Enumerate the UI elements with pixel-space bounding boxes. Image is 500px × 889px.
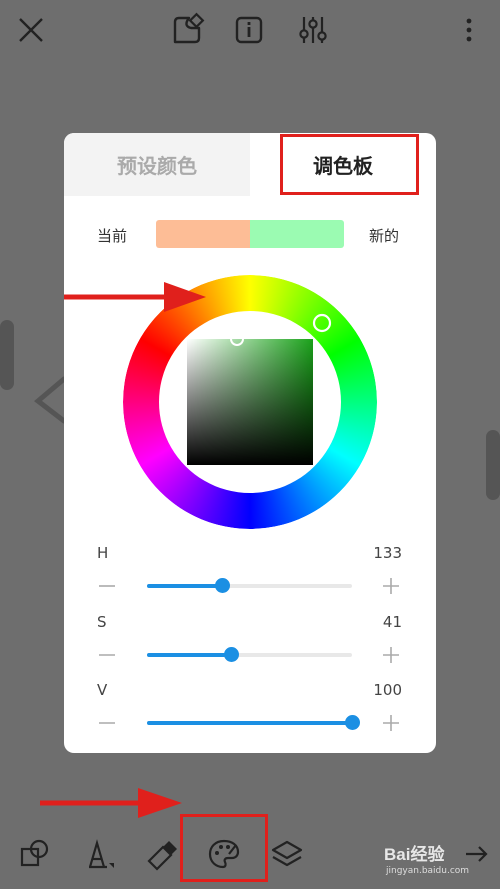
shapes-icon[interactable] — [18, 837, 52, 871]
color-compare-row: 当前 新的 — [64, 219, 436, 249]
watermark: Bai经验 jingyan.baidu.com — [382, 836, 500, 886]
value-label: V — [97, 681, 108, 699]
eraser-icon[interactable] — [145, 837, 179, 871]
value-minus-icon[interactable] — [98, 714, 116, 732]
annotation-arrow-wheel — [64, 282, 206, 312]
adjust-sliders-icon[interactable] — [295, 12, 331, 48]
info-icon[interactable] — [231, 12, 267, 48]
palette-annotation-box — [180, 814, 268, 882]
saturation-slider-thumb[interactable] — [223, 647, 239, 662]
hue-plus-icon[interactable] — [382, 577, 400, 595]
color-picker-dialog: 预设颜色 调色板 当前 新的 H 133 S 41 V 100 — [64, 133, 436, 753]
hue-minus-icon[interactable] — [98, 577, 116, 595]
hue-label: H — [97, 544, 109, 562]
current-color-label: 当前 — [97, 227, 128, 245]
close-icon[interactable] — [13, 12, 49, 48]
value-slider-fill — [147, 721, 352, 725]
value-plus-icon[interactable] — [382, 714, 400, 732]
saturation-label: S — [97, 613, 107, 631]
tab-preset-colors[interactable]: 预设颜色 — [64, 133, 250, 196]
hue-value: 133 — [373, 544, 402, 562]
value-value: 100 — [373, 681, 402, 699]
right-panel-handle[interactable] — [486, 430, 500, 500]
tab-annotation-box — [280, 134, 419, 195]
saturation-value: 41 — [382, 613, 402, 631]
hue-slider-thumb[interactable] — [215, 578, 231, 593]
value-slider-thumb[interactable] — [344, 715, 360, 730]
watermark-site: jingyan.baidu.com — [386, 866, 470, 876]
new-color-label: 新的 — [369, 227, 400, 245]
watermark-brand: Bai经验 — [384, 845, 445, 864]
saturation-minus-icon[interactable] — [98, 646, 116, 664]
saturation-slider-fill — [147, 653, 232, 657]
top-toolbar — [0, 0, 500, 62]
saturation-value-square[interactable] — [187, 339, 313, 465]
pen-icon[interactable] — [83, 837, 117, 871]
current-color-swatch — [156, 220, 250, 248]
new-color-swatch — [250, 220, 344, 248]
hue-slider-fill — [147, 584, 223, 588]
left-panel-handle[interactable] — [0, 320, 14, 390]
layers-icon[interactable] — [270, 837, 304, 871]
more-vertical-icon[interactable] — [451, 12, 487, 48]
saturation-plus-icon[interactable] — [382, 646, 400, 664]
shape-edit-icon[interactable] — [169, 12, 205, 48]
